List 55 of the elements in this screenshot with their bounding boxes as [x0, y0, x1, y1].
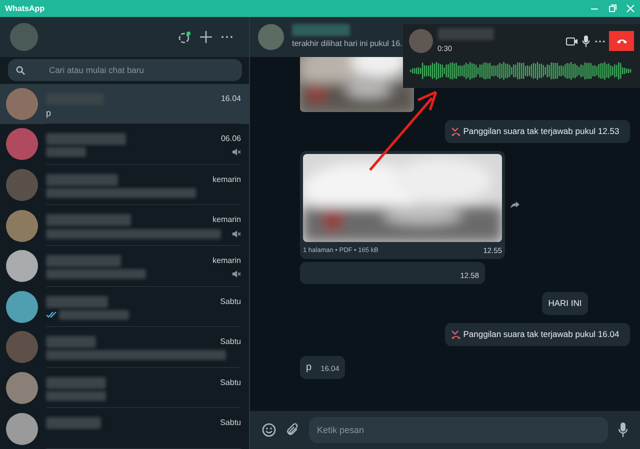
- notice-text: Panggilan suara tak terjawab pukul 12.53: [463, 125, 620, 138]
- contact-avatar[interactable]: [258, 24, 284, 50]
- message-preview: p: [46, 106, 52, 120]
- end-call-button[interactable]: [609, 31, 634, 52]
- chat-time: 16.04: [220, 92, 241, 104]
- chat-time: Sabtu: [220, 336, 241, 348]
- message-text: p: [306, 360, 312, 374]
- chat-time: Sabtu: [220, 376, 241, 389]
- microphone-icon[interactable]: [618, 422, 628, 438]
- missed-call-icon: [451, 126, 461, 136]
- redacted-preview: [46, 147, 86, 158]
- redacted-name: [438, 28, 494, 40]
- redacted-name: [292, 24, 350, 36]
- end-call-icon: [616, 38, 628, 44]
- chat-item[interactable]: Sabtu: [0, 408, 249, 449]
- caller-avatar: [409, 29, 433, 54]
- search-icon: [16, 66, 25, 75]
- forward-icon[interactable]: [510, 200, 520, 209]
- chat-item[interactable]: kemarin: [0, 164, 249, 206]
- search-input[interactable]: Cari atau mulai chat baru: [47, 62, 234, 78]
- redacted-name: [46, 296, 108, 308]
- window-title: WhatsApp: [5, 2, 45, 14]
- chat-item[interactable]: Sabtu: [0, 368, 249, 408]
- plus-icon[interactable]: [200, 31, 212, 43]
- video-icon[interactable]: [566, 36, 578, 46]
- emoji-icon[interactable]: [262, 423, 276, 437]
- message-input[interactable]: Ketik pesan: [309, 417, 608, 443]
- chat-time: kemarin: [212, 254, 241, 267]
- paperclip-icon[interactable]: [286, 423, 299, 437]
- chat-item[interactable]: 06.06: [0, 124, 249, 165]
- redacted-name: [46, 174, 118, 186]
- chat-time: kemarin: [212, 214, 241, 226]
- microphone-icon[interactable]: [582, 35, 590, 48]
- chat-item[interactable]: 16.04 p: [0, 84, 249, 124]
- redacted-name: [46, 336, 96, 348]
- last-seen-text: terakhir dilihat hari ini pukul 16.: [292, 38, 402, 50]
- redacted-name: [46, 417, 101, 430]
- status-icon[interactable]: [178, 30, 191, 44]
- more-icon[interactable]: [594, 40, 604, 43]
- chat-time: Sabtu: [220, 296, 241, 308]
- search-field[interactable]: Cari atau mulai chat baru: [8, 59, 242, 82]
- chat-item[interactable]: Sabtu: [0, 286, 249, 328]
- notice-text: Panggilan suara tak terjawab pukul 16.04: [463, 328, 620, 340]
- redacted-name: [46, 376, 106, 389]
- chat-item[interactable]: kemarin: [0, 205, 249, 246]
- redacted-preview: [59, 310, 130, 320]
- chat-item[interactable]: kemarin: [0, 246, 249, 287]
- chat-item[interactable]: Sabtu: [0, 327, 249, 368]
- date-divider: HARI INI: [542, 292, 588, 315]
- chat-time: kemarin: [212, 174, 241, 186]
- chat-time: Sabtu: [220, 417, 241, 430]
- chat-time: 06.06: [220, 133, 241, 146]
- redacted-preview: [46, 391, 106, 402]
- missed-call-icon: [451, 330, 461, 339]
- more-icon[interactable]: [221, 35, 233, 39]
